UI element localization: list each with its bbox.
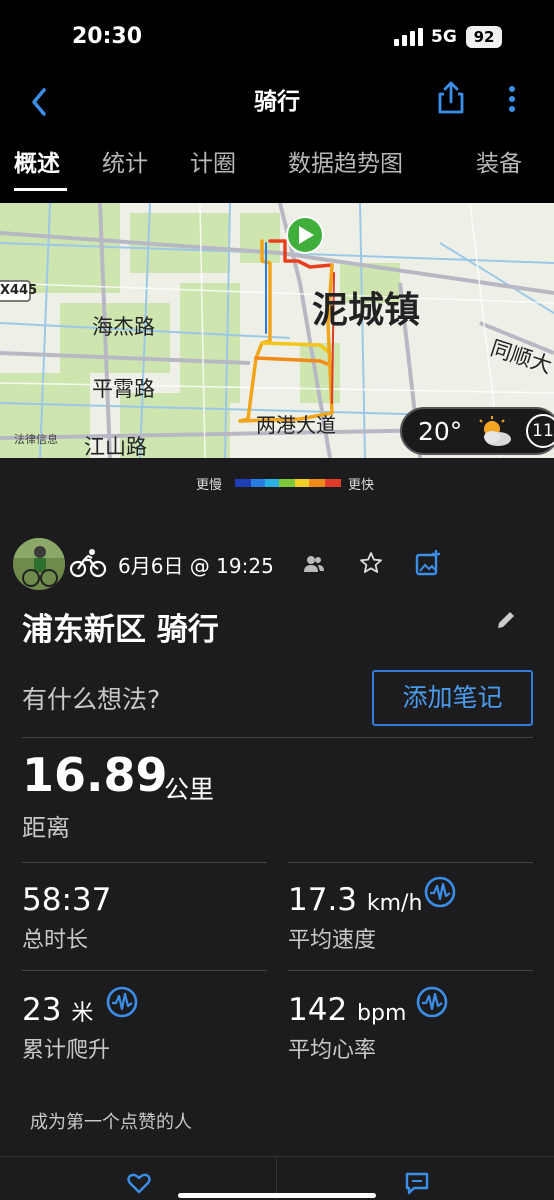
divider xyxy=(22,862,267,863)
likes-prompt: 成为第一个点赞的人 xyxy=(30,1112,192,1133)
pulse-chart-icon[interactable] xyxy=(106,986,138,1018)
pencil-icon[interactable] xyxy=(494,608,518,632)
page-title: 骑行 xyxy=(254,89,300,115)
divider xyxy=(288,970,533,971)
pulse-chart-icon[interactable] xyxy=(416,986,448,1018)
elevation-unit: 米 xyxy=(71,1001,94,1026)
top-nav-bar: 骑行 xyxy=(0,76,554,132)
share-icon[interactable] xyxy=(437,80,465,116)
duration-label: 总时长 xyxy=(22,928,89,953)
map-road-badge: X445 xyxy=(0,283,38,298)
star-icon[interactable] xyxy=(359,551,383,575)
duration-value: 58:37 xyxy=(22,882,112,918)
weather-pill[interactable]: 20° 11 xyxy=(400,407,554,455)
avg-speed-value: 17.3 km/h xyxy=(288,882,423,918)
distance-unit: 公里 xyxy=(164,775,215,804)
tab-gear[interactable]: 装备 xyxy=(476,144,522,178)
thought-prompt[interactable]: 有什么想法? xyxy=(22,680,160,716)
activity-date: 6月6日 @ 19:25 xyxy=(118,554,274,578)
tab-bar: 概述 统计 计圈 数据趋势图 装备 xyxy=(0,132,554,194)
legend-slow-label: 更慢 xyxy=(196,478,223,493)
tab-laps[interactable]: 计圈 xyxy=(190,144,236,178)
comment-icon[interactable] xyxy=(404,1171,430,1195)
avg-hr-value: 142 bpm xyxy=(288,992,407,1028)
status-time: 20:30 xyxy=(72,24,143,49)
map-label-road: 海杰路 xyxy=(92,315,155,339)
tab-trends[interactable]: 数据趋势图 xyxy=(288,144,403,178)
divider xyxy=(22,970,267,971)
activity-details: 6月6日 @ 19:25 浦东新区 骑行 有什么想法? 添加笔记 16.89 公… xyxy=(0,508,554,1200)
speed-gradient-bar xyxy=(235,479,341,487)
add-photo-icon[interactable] xyxy=(414,549,442,577)
status-bar: 20:30 5G 92 xyxy=(0,0,554,76)
avatar[interactable] xyxy=(13,538,65,590)
tab-overview[interactable]: 概述 xyxy=(14,144,60,178)
divider xyxy=(22,737,533,738)
legal-info-link[interactable]: 法律信息 xyxy=(14,431,58,447)
more-vertical-icon[interactable] xyxy=(500,84,524,114)
cellular-signal-icon xyxy=(394,28,423,46)
avg-hr-unit: bpm xyxy=(357,1001,407,1026)
distance-value: 16.89 xyxy=(22,748,168,802)
legend-fast-label: 更快 xyxy=(348,478,375,493)
start-marker-icon xyxy=(286,216,324,254)
cycling-icon xyxy=(70,549,106,578)
add-note-button[interactable]: 添加笔记 xyxy=(372,670,533,726)
divider xyxy=(288,862,533,863)
activity-title: 浦东新区 骑行 xyxy=(22,612,219,648)
heart-icon[interactable] xyxy=(126,1171,152,1195)
map-label-road: 江山路 xyxy=(84,435,147,458)
map-label-road: 平霄路 xyxy=(92,377,155,401)
map-label-town: 泥城镇 xyxy=(312,290,421,331)
people-icon[interactable] xyxy=(303,554,325,574)
elevation-value: 23 米 xyxy=(22,992,94,1028)
battery-indicator: 92 xyxy=(466,26,502,48)
tab-stats[interactable]: 统计 xyxy=(102,144,148,178)
home-indicator xyxy=(178,1193,376,1198)
avg-speed-unit: km/h xyxy=(366,891,423,916)
avg-speed-label: 平均速度 xyxy=(288,928,377,953)
speed-legend: 更慢 更快 xyxy=(0,458,554,508)
map-label-road: 两港大道 xyxy=(256,413,336,437)
avg-hr-label: 平均心率 xyxy=(288,1038,377,1063)
weather-temperature: 20° xyxy=(418,417,463,446)
weather-badge: 11 xyxy=(526,414,554,448)
distance-label: 距离 xyxy=(22,814,70,842)
elevation-label: 累计爬升 xyxy=(22,1038,111,1063)
pulse-chart-icon[interactable] xyxy=(424,876,456,908)
avatar-photo xyxy=(13,538,65,590)
active-tab-indicator xyxy=(14,188,67,191)
network-type: 5G xyxy=(431,27,457,47)
partly-cloudy-icon xyxy=(479,416,511,446)
bottom-action-bar xyxy=(0,1156,554,1200)
